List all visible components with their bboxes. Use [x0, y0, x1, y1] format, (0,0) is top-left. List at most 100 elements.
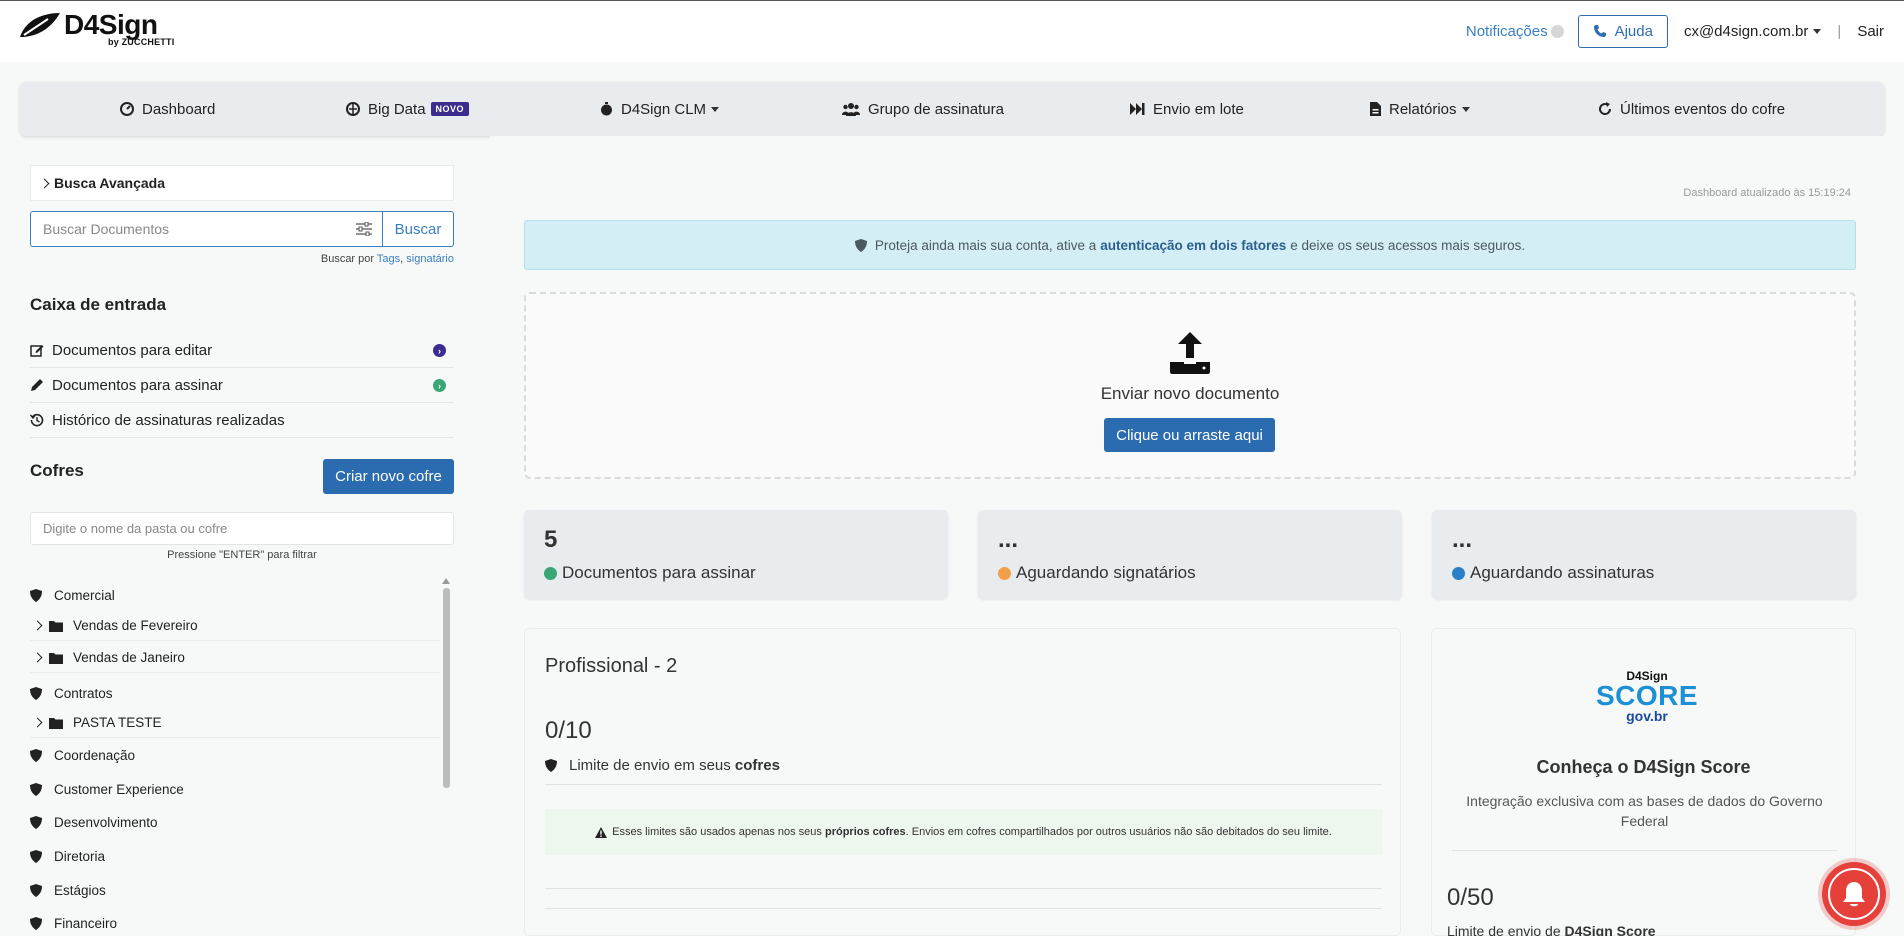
- fast-forward-icon: [1130, 103, 1145, 115]
- tree-label: Comercial: [54, 587, 115, 603]
- search-by-tags-link[interactable]: Tags: [377, 253, 400, 265]
- shield-icon: [30, 782, 42, 796]
- nav-big-data[interactable]: Big Data NOVO: [346, 82, 470, 136]
- create-vault-button[interactable]: Criar novo cofre: [323, 459, 454, 494]
- score-limit-text: Limite de envio de D4Sign Score: [1447, 923, 1656, 936]
- stat-value: 5: [544, 526, 558, 553]
- score-limit-bold: D4Sign Score: [1564, 923, 1656, 936]
- user-email: cx@d4sign.com.br: [1683, 22, 1809, 40]
- notifications-link[interactable]: Notificações: [1466, 23, 1564, 40]
- header-separator: |: [1837, 22, 1842, 40]
- nav-dashboard[interactable]: Dashboard: [120, 82, 215, 136]
- shield-icon: [545, 759, 557, 772]
- user-menu-dropdown[interactable]: cx@d4sign.com.br: [1683, 22, 1822, 40]
- upload-button[interactable]: Clique ou arraste aqui: [1104, 418, 1275, 452]
- chevron-right-icon[interactable]: [32, 652, 43, 663]
- tree-vault-estagios[interactable]: Estágios: [30, 875, 440, 905]
- search-input[interactable]: Buscar Documentos: [30, 211, 382, 247]
- search-button[interactable]: Buscar: [382, 211, 454, 247]
- search-by-signer-link[interactable]: signatário: [406, 253, 454, 265]
- green-dot-icon: [544, 566, 557, 580]
- notification-bell-button[interactable]: [1822, 862, 1886, 926]
- tree-scrollbar[interactable]: [441, 578, 451, 794]
- stat-label: Aguardando assinaturas: [1470, 563, 1655, 582]
- divider: [1452, 850, 1837, 851]
- pencil-icon: [31, 379, 43, 391]
- tree-folder-pasta-teste[interactable]: PASTA TESTE: [30, 708, 440, 738]
- plan-note-bold: próprios cofres: [824, 826, 906, 838]
- document-search: Buscar Documentos Buscar: [30, 211, 454, 247]
- nav-relatorios[interactable]: Relatórios: [1370, 82, 1470, 136]
- caret-down-icon: [1461, 106, 1470, 112]
- stat-card-to-sign[interactable]: 5 Documentos para assinar: [524, 510, 948, 599]
- shield-icon: [30, 849, 42, 863]
- chevron-right-icon: [39, 178, 50, 188]
- refresh-icon: [1599, 102, 1612, 115]
- alert-prefix: Proteja ainda mais sua conta, ative a: [874, 237, 1097, 253]
- inbox-item-sign[interactable]: Documentos para assinar ›: [30, 368, 454, 403]
- nav-envio-em-lote[interactable]: Envio em lote: [1130, 82, 1244, 136]
- folder-filter-input[interactable]: Digite o nome da pasta ou cofre: [30, 512, 454, 545]
- plan-title: Profissional - 2: [545, 655, 678, 677]
- advanced-search-label: Busca Avançada: [54, 175, 166, 191]
- chevron-right-icon[interactable]: [32, 620, 43, 631]
- stopwatch-icon: [601, 102, 612, 116]
- tree-label: Desenvolvimento: [54, 814, 158, 830]
- nav-grupo-assinatura[interactable]: Grupo de assinatura: [842, 82, 1004, 136]
- tree-label: Estágios: [54, 882, 106, 898]
- upload-icon: [1170, 332, 1210, 374]
- tree-vault-diretoria[interactable]: Diretoria: [30, 841, 440, 871]
- nav-d4sign-clm[interactable]: D4Sign CLM: [600, 82, 720, 136]
- dashboard-updated-text: Dashboard atualizado às 15:19:24: [1683, 187, 1851, 199]
- warning-icon: [595, 826, 608, 838]
- top-header: D4Sign by ZUCCHETTI Notificações Ajuda c…: [0, 0, 1904, 62]
- scroll-up-arrow-icon[interactable]: [442, 578, 450, 584]
- file-report-icon: [1370, 102, 1381, 116]
- shield-icon: [30, 588, 42, 602]
- orange-dot-icon: [998, 566, 1011, 580]
- tree-vault-desenvolvimento[interactable]: Desenvolvimento: [30, 807, 440, 837]
- logout-link[interactable]: Sair: [1857, 23, 1884, 40]
- stat-card-awaiting-signatures[interactable]: ... Aguardando assinaturas: [1432, 510, 1856, 599]
- stat-card-awaiting-signers[interactable]: ... Aguardando signatários: [978, 510, 1402, 599]
- main-navbar: Dashboard Big Data NOVO D4Sign CLM Grupo…: [20, 82, 1884, 136]
- d4sign-score-card: D4Sign SCORE gov.br Conheça o D4Sign Sco…: [1431, 628, 1856, 936]
- upload-dropzone[interactable]: Enviar novo documento Clique ou arraste …: [524, 292, 1856, 479]
- nav-relatorios-label: Relatórios: [1389, 100, 1457, 118]
- folder-icon: [49, 620, 63, 632]
- nav-ultimos-eventos[interactable]: Últimos eventos do cofre: [1598, 82, 1785, 136]
- tree-vault-customer-experience[interactable]: Customer Experience: [30, 774, 440, 804]
- inbox-item-edit-label: Documentos para editar: [52, 341, 213, 359]
- tree-vault-comercial[interactable]: Comercial: [30, 580, 440, 610]
- chevron-right-icon[interactable]: [32, 717, 43, 728]
- arrow-right-circle-icon: ›: [433, 379, 446, 392]
- two-factor-link[interactable]: autenticação em dois fatores: [1100, 238, 1286, 253]
- advanced-search-toggle[interactable]: Busca Avançada: [30, 165, 454, 201]
- scrollbar-thumb[interactable]: [442, 588, 450, 788]
- tree-label: Coordenação: [54, 747, 136, 763]
- brain-icon: [346, 102, 360, 116]
- notification-dot-icon: [1550, 24, 1564, 38]
- help-label: Ajuda: [1614, 22, 1653, 40]
- tree-label: Financeiro: [54, 915, 118, 931]
- tree-folder-vendas-fevereiro[interactable]: Vendas de Fevereiro: [30, 611, 440, 641]
- d4sign-logo[interactable]: D4Sign by ZUCCHETTI: [18, 11, 174, 47]
- leaf-logo-icon: [20, 13, 60, 37]
- plan-note-suffix: . Envios em cofres compartilhados por ou…: [905, 826, 1332, 838]
- blue-dot-icon: [1452, 566, 1465, 580]
- inbox-item-history[interactable]: Histórico de assinaturas realizadas: [30, 403, 454, 438]
- sliders-icon[interactable]: [356, 222, 372, 236]
- help-button[interactable]: Ajuda: [1577, 14, 1668, 48]
- d4sign-score-logo: D4Sign SCORE gov.br: [1587, 669, 1707, 731]
- dashboard-icon: [120, 102, 134, 116]
- tree-label: Diretoria: [54, 848, 106, 864]
- phone-icon: [1593, 25, 1606, 37]
- tree-vault-contratos[interactable]: Contratos: [30, 678, 440, 708]
- inbox-item-edit[interactable]: Documentos para editar ›: [30, 333, 454, 368]
- shield-icon: [30, 815, 42, 829]
- tree-vault-financeiro[interactable]: Financeiro: [30, 908, 440, 936]
- score-logo-gov: gov.br: [1626, 708, 1668, 724]
- score-title: Conheça o D4Sign Score: [1536, 757, 1751, 777]
- tree-vault-coordenacao[interactable]: Coordenação: [30, 740, 440, 770]
- tree-folder-vendas-janeiro[interactable]: Vendas de Janeiro: [30, 643, 440, 673]
